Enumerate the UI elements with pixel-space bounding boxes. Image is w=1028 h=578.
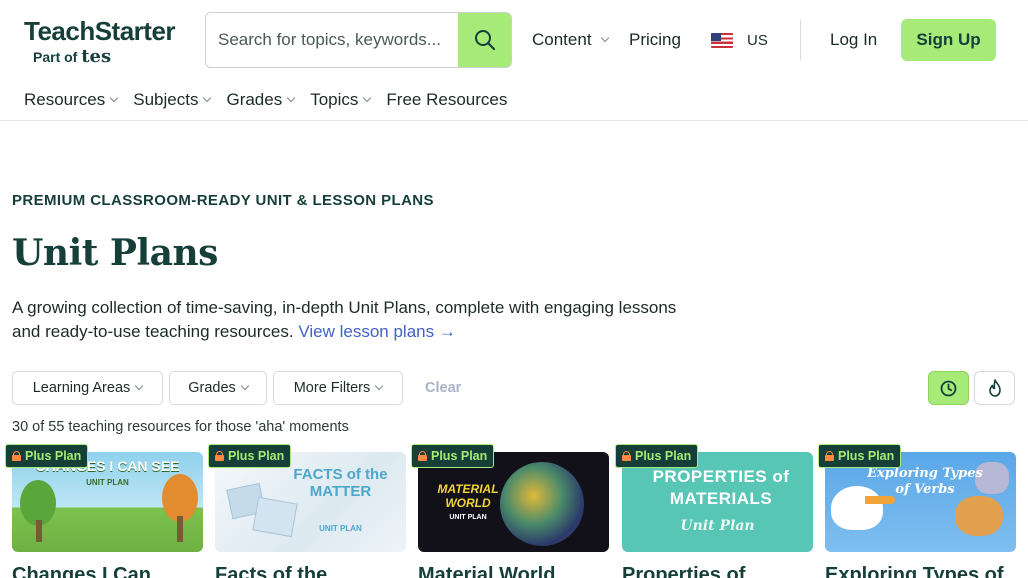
- flame-icon: [988, 379, 1001, 397]
- content-menu[interactable]: Content: [532, 30, 609, 50]
- chevron-down-icon: [375, 381, 384, 391]
- site-header: TeachStarter Part of tes Content Pricing…: [0, 0, 1028, 121]
- result-count: 30 of 55 teaching resources for those 'a…: [12, 419, 349, 435]
- lock-icon: [622, 451, 631, 461]
- page-description: A growing collection of time-saving, in-…: [12, 296, 702, 344]
- region-selector[interactable]: US: [711, 32, 768, 49]
- card-title[interactable]: Properties of: [622, 564, 832, 578]
- thumbnail-subtitle: Unit Plan: [680, 518, 755, 534]
- thumbnail-subtitle: UNIT PLAN: [86, 478, 129, 487]
- lock-icon: [12, 451, 21, 461]
- chevron-down-icon: [363, 93, 372, 103]
- learning-areas-filter[interactable]: Learning Areas: [12, 371, 163, 405]
- logo-wordmark: TeachStarter: [24, 16, 176, 46]
- logo-subline: Part of tes: [33, 46, 111, 67]
- plus-plan-badge: Plus Plan: [208, 444, 292, 468]
- badge-label: Plus Plan: [838, 449, 895, 463]
- sort-popular-button[interactable]: [974, 371, 1015, 405]
- logo-sub-brand: tes: [81, 46, 112, 67]
- thumbnail-subtitle: UNIT PLAN: [319, 524, 362, 533]
- lock-icon: [215, 451, 224, 461]
- pricing-link[interactable]: Pricing: [629, 30, 681, 50]
- badge-label: Plus Plan: [431, 449, 488, 463]
- chevron-down-icon: [286, 93, 296, 103]
- nav-item-topics[interactable]: Topics: [310, 90, 372, 110]
- content-menu-label: Content: [532, 30, 592, 49]
- search-input[interactable]: [206, 13, 459, 67]
- clock-icon: [940, 380, 957, 396]
- nav-item-free-resources[interactable]: Free Resources: [386, 90, 507, 110]
- plus-plan-badge: Plus Plan: [411, 444, 495, 468]
- lock-icon: [418, 451, 427, 461]
- teachstarter-logo[interactable]: TeachStarter Part of tes: [24, 16, 189, 68]
- us-flag-icon: [711, 33, 733, 48]
- nav-item-label: Resources: [24, 90, 106, 109]
- lock-icon: [825, 451, 834, 461]
- primary-nav: Resources Subjects Grades Topics Free Re…: [24, 90, 507, 110]
- filter-label: Grades: [188, 380, 236, 396]
- badge-label: Plus Plan: [228, 449, 285, 463]
- header-divider: [800, 20, 801, 60]
- search-icon: [474, 30, 495, 51]
- signup-button[interactable]: Sign Up: [901, 19, 996, 61]
- badge-label: Plus Plan: [635, 449, 692, 463]
- chevron-down-icon: [203, 93, 212, 103]
- filter-label: More Filters: [293, 380, 371, 396]
- chevron-down-icon: [600, 33, 609, 43]
- search-box: [205, 12, 512, 68]
- card-title[interactable]: Exploring Types of: [825, 564, 1028, 578]
- login-button[interactable]: Log In: [830, 30, 877, 50]
- filter-label: Learning Areas: [32, 380, 131, 396]
- page-title: Unit Plans: [12, 232, 218, 274]
- logo-sub-prefix: Part of: [33, 49, 78, 65]
- chevron-down-icon: [240, 381, 250, 391]
- nav-item-label: Subjects: [133, 90, 199, 109]
- chevron-down-icon: [135, 381, 144, 391]
- thumbnail-title: MATERIAL WORLD: [437, 482, 499, 510]
- plus-plan-badge: Plus Plan: [615, 444, 699, 468]
- plus-plan-badge: Plus Plan: [818, 444, 902, 468]
- nav-item-subjects[interactable]: Subjects: [133, 90, 212, 110]
- nav-item-grades[interactable]: Grades: [226, 90, 296, 110]
- thumbnail-title: FACTS of the MATTER: [293, 466, 388, 500]
- nav-item-label: Grades: [226, 90, 283, 109]
- card-title[interactable]: Material World: [418, 564, 628, 578]
- view-lesson-plans-link[interactable]: View lesson plans →: [298, 322, 456, 341]
- nav-item-resources[interactable]: Resources: [24, 90, 119, 110]
- card-title[interactable]: Facts of the: [215, 564, 425, 578]
- thumbnail-subtitle: UNIT PLAN: [449, 514, 487, 521]
- grades-filter[interactable]: Grades: [169, 371, 267, 405]
- search-button[interactable]: [458, 13, 511, 67]
- chevron-down-icon: [110, 93, 119, 103]
- card-title[interactable]: Changes I Can: [12, 564, 222, 578]
- nav-item-label: Topics: [310, 90, 359, 109]
- plus-plan-badge: Plus Plan: [5, 444, 89, 468]
- pricing-link-label: Pricing: [629, 30, 681, 49]
- page-eyebrow: PREMIUM CLASSROOM-READY UNIT & LESSON PL…: [12, 192, 434, 209]
- badge-label: Plus Plan: [25, 449, 82, 463]
- nav-item-label: Free Resources: [386, 90, 508, 109]
- region-label: US: [747, 32, 768, 49]
- clear-filters-button[interactable]: Clear: [425, 380, 461, 396]
- thumbnail-title: Exploring Types of Verbs: [867, 466, 983, 497]
- sort-recent-button[interactable]: [928, 371, 969, 405]
- thumbnail-title: PROPERTIES of MATERIALS: [652, 467, 790, 508]
- more-filters-button[interactable]: More Filters: [273, 371, 403, 405]
